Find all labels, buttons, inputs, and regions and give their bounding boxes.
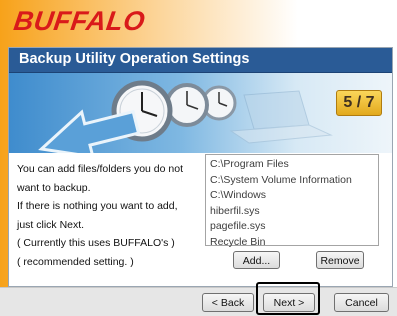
- instruction-line: want to backup.: [17, 181, 91, 194]
- remove-button[interactable]: Remove: [316, 251, 364, 269]
- header-banner: 5 / 7: [9, 73, 392, 153]
- exclusion-list[interactable]: C:\Program Files C:\System Volume Inform…: [205, 154, 379, 248]
- add-button[interactable]: Add...: [233, 251, 280, 269]
- cancel-button[interactable]: Cancel: [334, 293, 389, 312]
- instruction-line: just click Next.: [17, 218, 85, 231]
- list-item[interactable]: Recycle Bin: [210, 235, 378, 251]
- next-button-highlight: [256, 282, 320, 315]
- step-indicator: 5 / 7: [336, 90, 382, 116]
- back-button[interactable]: < Back: [202, 293, 254, 312]
- buffalo-logo: BUFFALO: [11, 6, 148, 36]
- instructions-text: You can add files/folders you do not wan…: [17, 160, 197, 271]
- dialog-title: Backup Utility Operation Settings: [19, 51, 250, 67]
- instruction-line: ( Currently this uses BUFFALO's ): [17, 237, 175, 249]
- list-item[interactable]: C:\Windows: [210, 188, 378, 204]
- list-item[interactable]: hiberfil.sys: [210, 204, 378, 220]
- instruction-line: You can add files/folders you do not: [17, 163, 183, 175]
- list-item[interactable]: pagefile.sys: [210, 219, 378, 235]
- instruction-line: If there is nothing you want to add,: [17, 200, 178, 212]
- clock-icon: [165, 83, 209, 127]
- dialog-panel: Backup Utility Operation Settings 5 / 7 …: [8, 47, 393, 287]
- list-item[interactable]: C:\System Volume Information: [210, 173, 378, 189]
- instruction-line: ( recommended setting. ): [17, 255, 134, 268]
- wizard-footer: < Back Next > Cancel: [0, 287, 397, 316]
- clocks-and-laptop-illustration: [38, 80, 333, 153]
- dialog-titlebar: Backup Utility Operation Settings: [9, 48, 392, 73]
- list-item[interactable]: C:\Program Files: [210, 157, 378, 173]
